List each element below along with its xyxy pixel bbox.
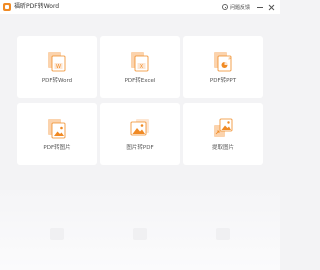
ghost-shape bbox=[50, 228, 64, 240]
image-to-pdf-icon bbox=[130, 119, 149, 136]
tool-label: PDF转Excel bbox=[124, 78, 156, 84]
tool-card-pdf-to-excel[interactable]: X PDF转Excel bbox=[100, 36, 180, 98]
tool-label: PDF转图片 bbox=[43, 145, 71, 151]
svg-text:X: X bbox=[140, 64, 144, 70]
ghost-shape bbox=[133, 228, 147, 240]
ghost-shape bbox=[216, 228, 230, 240]
app-window: 福昕PDF转Word 问题反馈 W PDF转Word X PDF转Excel P… bbox=[0, 0, 280, 270]
pdf-to-image-icon bbox=[48, 119, 66, 139]
svg-text:W: W bbox=[56, 64, 61, 70]
tool-card-pdf-to-image[interactable]: PDF转图片 bbox=[17, 103, 97, 165]
pdf-to-ppt-icon: P bbox=[214, 52, 232, 72]
pdf-to-excel-icon: X bbox=[131, 52, 149, 72]
extract-image-icon bbox=[214, 118, 233, 137]
tool-label: PDF转PPT bbox=[209, 78, 237, 84]
tool-card-extract-image[interactable]: 提取图片 bbox=[183, 103, 263, 165]
tool-card-image-to-pdf[interactable]: 图片转PDF bbox=[100, 103, 180, 165]
empty-area bbox=[0, 190, 280, 270]
tool-label: PDF转Word bbox=[41, 78, 73, 84]
pdf-to-word-icon: W bbox=[48, 52, 66, 72]
tool-card-pdf-to-word[interactable]: W PDF转Word bbox=[17, 36, 97, 98]
tool-label: 提取图片 bbox=[211, 145, 234, 151]
svg-text:P: P bbox=[228, 57, 230, 61]
tool-label: 图片转PDF bbox=[126, 145, 154, 151]
tool-card-pdf-to-ppt[interactable]: P PDF转PPT bbox=[183, 36, 263, 98]
